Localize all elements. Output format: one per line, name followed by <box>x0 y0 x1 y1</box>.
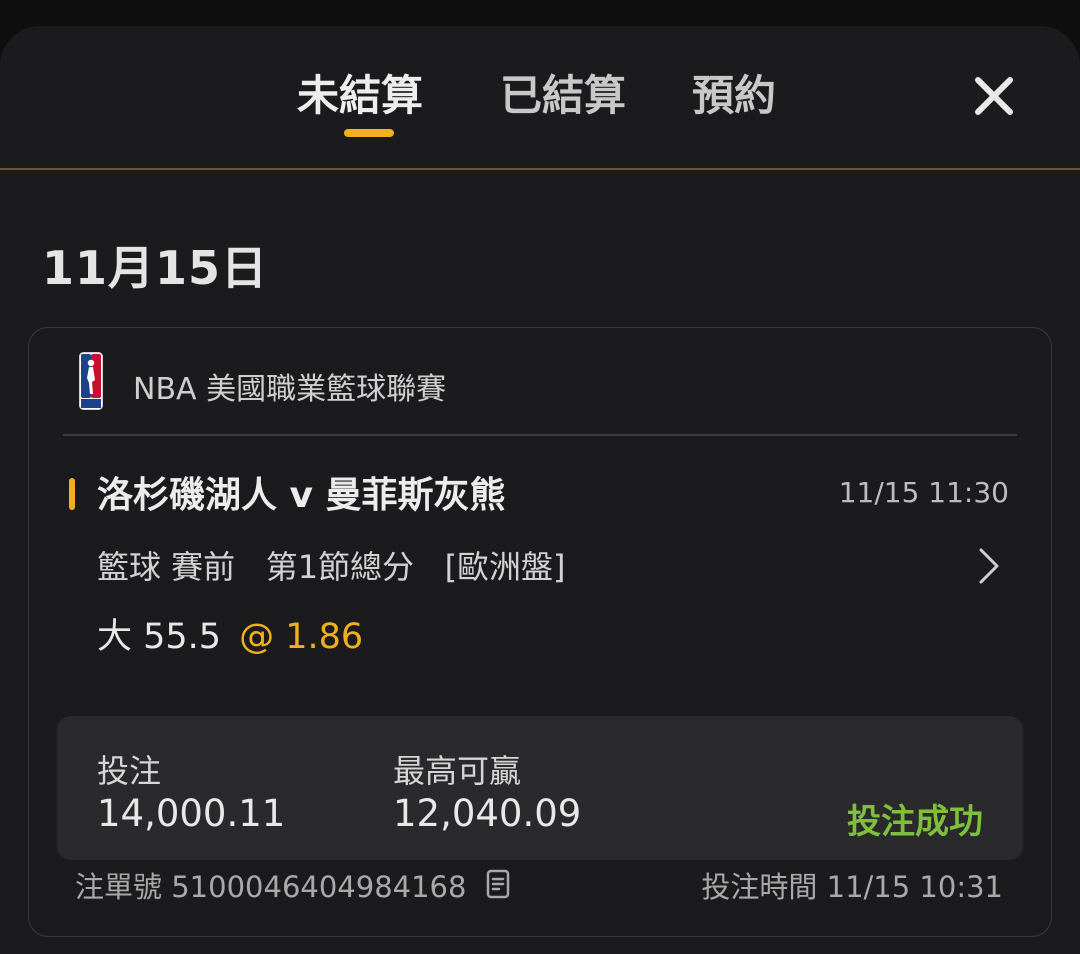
match-time: 11/15 11:30 <box>838 476 1009 509</box>
match-title: 洛杉磯湖人 v 曼菲斯灰熊 <box>97 475 506 516</box>
bet-status: 投注成功 <box>847 802 983 842</box>
active-tab-indicator <box>344 129 394 137</box>
copy-icon <box>486 869 509 899</box>
ticket-row: 注單號 5100046404984168 <box>75 864 512 908</box>
chevron-right-icon <box>979 548 999 584</box>
max-win-label: 最高可贏 <box>393 752 522 790</box>
close-button[interactable] <box>970 72 1018 120</box>
card-divider <box>63 434 1017 436</box>
tabs-bar: 未結算 已結算 預約 <box>0 26 1080 170</box>
nba-logo-icon <box>79 352 103 410</box>
stake-label: 投注 <box>97 752 162 790</box>
stake-value: 14,000.11 <box>97 792 286 835</box>
copy-ticket-button[interactable] <box>486 869 512 908</box>
tab-scheduled[interactable]: 預約 <box>692 66 776 126</box>
league-name: NBA 美國職業籃球聯賽 <box>133 372 447 407</box>
ticket-label: 注單號 <box>75 870 163 904</box>
odds-value: @ 1.86 <box>239 617 364 657</box>
market-info: 籃球 賽前 第1節總分 [歐洲盤] <box>97 548 566 586</box>
stake-panel: 投注 14,000.11 最高可贏 12,040.09 投注成功 <box>57 716 1023 860</box>
max-win-value: 12,040.09 <box>393 792 582 835</box>
selection-row: 大 55.5 @ 1.86 <box>97 608 363 659</box>
bet-card[interactable]: NBA 美國職業籃球聯賽 洛杉磯湖人 v 曼菲斯灰熊 11/15 11:30 籃… <box>28 327 1052 937</box>
bet-time-label: 投注時間 <box>701 870 818 904</box>
date-heading: 11月15日 <box>42 241 269 295</box>
close-icon <box>975 77 1013 115</box>
selection-label: 大 55.5 <box>97 617 222 657</box>
bet-history-sheet: 未結算 已結算 預約 11月15日 NBA 美國職業籃球聯賽 洛杉磯湖人 v 曼… <box>0 26 1080 954</box>
bet-time-value: 11/15 10:31 <box>826 870 1003 904</box>
ticket-number: 5100046404984168 <box>171 870 467 904</box>
match-accent-bar <box>69 478 75 510</box>
bet-detail-button[interactable] <box>975 546 1003 590</box>
bet-time: 投注時間 11/15 10:31 <box>701 864 1003 906</box>
tab-unsettled[interactable]: 未結算 <box>297 66 423 126</box>
tab-settled[interactable]: 已結算 <box>500 66 626 126</box>
